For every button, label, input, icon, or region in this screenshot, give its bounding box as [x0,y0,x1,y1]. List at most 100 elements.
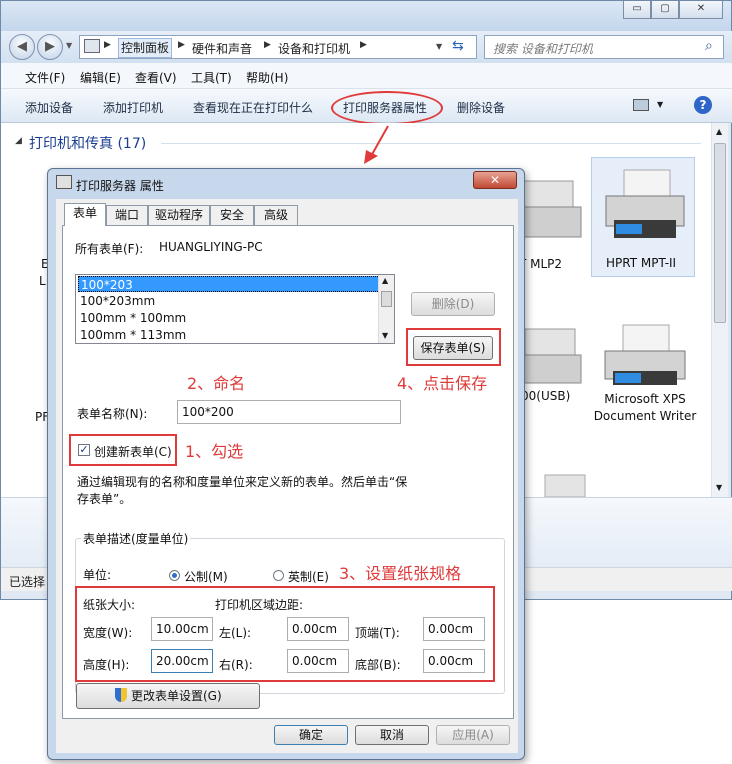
group-title-printers[interactable]: 打印机和传真 (17) [29,133,146,153]
breadcrumb-control-panel[interactable]: 控制面板 [118,38,173,58]
breadcrumb-separator-icon[interactable]: ▶ [360,40,367,50]
menu-view[interactable]: 查看(V) [135,69,177,86]
menu-edit[interactable]: 编辑(E) [80,69,121,86]
annotation-step4: 4、点击保存 [397,374,488,393]
collapse-group-icon[interactable]: ◢ [15,136,22,146]
scroll-down-icon[interactable]: ▼ [382,331,388,340]
see-whats-printing-button[interactable]: 查看现在正在打印什么 [193,99,313,116]
top-margin-label: 顶端(T): [355,626,400,640]
address-dropdown-icon[interactable]: ▼ [436,42,442,51]
height-input[interactable]: 20.00cm [151,649,213,673]
add-device-button[interactable]: 添加设备 [25,99,73,116]
group-divider [161,143,701,144]
back-icon[interactable]: ◀ [9,34,35,60]
form-description-text: 通过编辑现有的名称和度量单位来定义新的表单。然后单击“保存表单”。 [77,475,408,506]
window-titlebar [1,1,731,31]
navigation-bar: ◀ ▶ ▼ ▶ 控制面板 ▶ 硬件和声音 ▶ 设备和打印机 ▶ ▼ ⇆ 搜索 设… [1,31,732,63]
forms-listbox[interactable]: 100*203 100*203mm 100mm * 100mm 100mm * … [75,274,395,344]
list-item[interactable]: 100mm * 100mm [78,310,382,326]
list-item[interactable]: 100mm * 113mm [78,327,382,343]
close-window-button[interactable]: ✕ [679,1,723,19]
ok-button[interactable]: 确定 [274,725,348,745]
printer-folder-icon [84,39,100,53]
printer-hprt-mpt-ii[interactable]: HPRT MPT-II [591,157,695,277]
device-list-scrollbar[interactable]: ▲ ▼ [711,123,728,497]
left-margin-input[interactable]: 0.00cm [287,617,349,641]
cancel-button[interactable]: 取消 [355,725,429,745]
status-text: 已选择 [9,575,46,589]
printer-xps-writer[interactable]: Microsoft XPS Document Writer [593,319,697,439]
annotation-ellipse [331,91,443,125]
view-dropdown-icon[interactable]: ▼ [657,100,663,109]
scroll-thumb[interactable] [381,291,392,307]
help-icon[interactable]: ? [694,96,712,114]
units-label: 单位: [83,568,112,582]
tab-ports[interactable]: 端口 [106,205,148,225]
printer-margins-label: 打印机区域边距: [215,598,304,612]
breadcrumb-separator-icon[interactable]: ▶ [264,40,271,50]
forms-list-scrollbar[interactable]: ▲ ▼ [378,275,394,343]
tab-advanced[interactable]: 高级 [254,205,298,225]
maximize-button[interactable]: ▢ [651,1,679,19]
menu-help[interactable]: 帮助(H) [246,69,288,86]
minimize-button[interactable]: ▭ [623,1,651,19]
imperial-radio[interactable] [273,570,284,581]
paper-size-label: 纸张大小: [83,598,136,612]
print-server-properties-dialog: 打印服务器 属性 ✕ 表单 端口 驱动程序 安全 高级 所有表单(F): HUA… [47,168,525,760]
scroll-up-icon[interactable]: ▲ [382,276,388,285]
breadcrumb-separator-icon[interactable]: ▶ [178,40,185,50]
add-printer-button[interactable]: 添加打印机 [103,99,163,116]
form-name-input[interactable]: 100*200 [177,400,401,424]
dialog-title: 打印服务器 属性 [76,179,164,193]
dialog-close-button[interactable]: ✕ [473,171,517,189]
apply-button[interactable]: 应用(A) [436,725,510,745]
scroll-down-icon[interactable]: ▼ [716,483,722,492]
form-name-label: 表单名称(N): [77,407,148,421]
printer-icon [605,169,685,238]
bottom-margin-input[interactable]: 0.00cm [423,649,485,673]
forward-icon[interactable]: ▶ [37,34,63,60]
printer-label: HPRT MPT-II [606,256,677,270]
search-box[interactable]: 搜索 设备和打印机 ⌕ [484,35,724,59]
metric-label[interactable]: 公制(M) [184,568,228,585]
printer-icon [544,474,586,498]
breadcrumb-separator-icon[interactable]: ▶ [104,40,111,50]
right-margin-input[interactable]: 0.00cm [287,649,349,673]
metric-radio[interactable] [169,570,180,581]
create-new-form-checkbox[interactable]: ✓ [78,444,90,456]
change-view-icon[interactable] [633,99,649,111]
annotation-step3: 3、设置纸张规格 [339,564,462,583]
list-item[interactable]: 100*203 [78,276,382,292]
width-label: 宽度(W): [83,626,133,640]
right-margin-label: 右(R): [219,658,253,672]
search-icon[interactable]: ⌕ [705,38,713,54]
tab-forms[interactable]: 表单 [64,203,106,226]
list-item[interactable]: 100*203mm [78,293,382,309]
menu-file[interactable]: 文件(F) [25,69,65,86]
remove-device-button[interactable]: 删除设备 [457,99,505,116]
menu-tools[interactable]: 工具(T) [191,69,232,86]
printer-label: T MLP2 [519,257,563,271]
scroll-thumb[interactable] [714,143,726,323]
change-form-settings-button[interactable]: 更改表单设置(G) [76,683,260,709]
create-new-form-label[interactable]: 创建新表单(C) [94,443,172,460]
dialog-body: 表单 端口 驱动程序 安全 高级 所有表单(F): HUANGLIYING-PC… [56,199,518,753]
tab-security[interactable]: 安全 [210,205,254,225]
printer-icon [56,175,72,189]
top-margin-input[interactable]: 0.00cm [423,617,485,641]
refresh-icon[interactable]: ⇆ [452,38,464,54]
recent-pages-icon[interactable]: ▼ [66,41,72,50]
printer-icon [604,324,686,385]
breadcrumb-hardware-sound[interactable]: 硬件和声音 [192,40,252,57]
printer-partial[interactable] [531,463,631,498]
server-name: HUANGLIYING-PC [159,240,263,254]
menu-bar: 文件(F) 编辑(E) 查看(V) 工具(T) 帮助(H) [1,63,732,89]
address-bar[interactable]: ▶ 控制面板 ▶ 硬件和声音 ▶ 设备和打印机 ▶ ▼ ⇆ [79,35,477,59]
delete-form-button[interactable]: 删除(D) [411,292,495,316]
breadcrumb-devices-printers[interactable]: 设备和打印机 [278,40,350,57]
imperial-label[interactable]: 英制(E) [288,568,329,585]
width-input[interactable]: 10.00cm [151,617,213,641]
scroll-up-icon[interactable]: ▲ [716,127,722,136]
tab-drivers[interactable]: 驱动程序 [148,205,210,225]
annotation-box-save [406,328,501,366]
